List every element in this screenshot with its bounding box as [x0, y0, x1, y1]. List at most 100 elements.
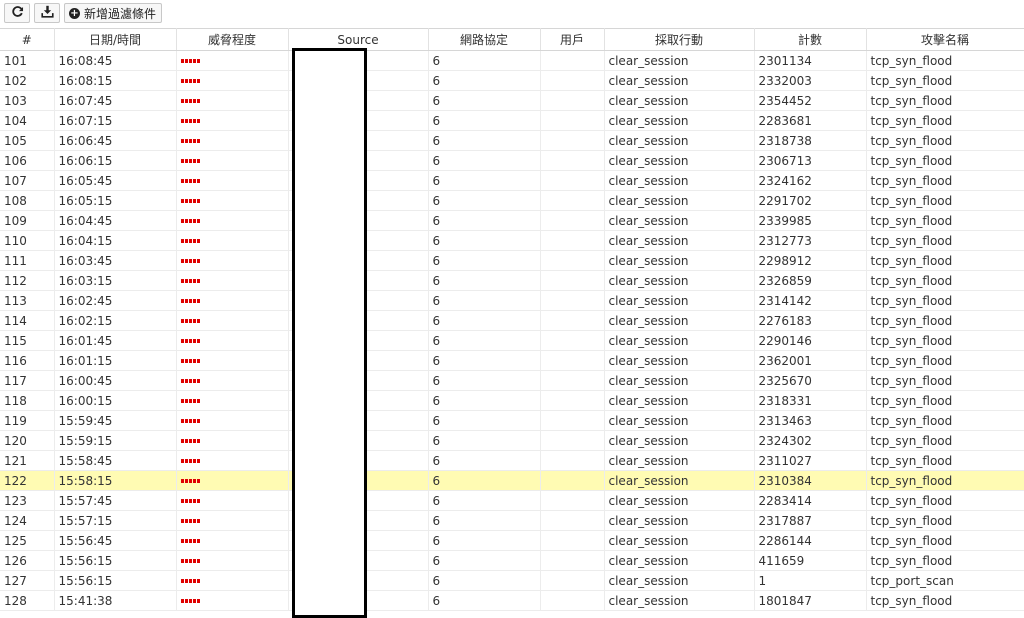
- cell-number: 113: [0, 290, 55, 311]
- cell-attack-name[interactable]: tcp_syn_flood: [866, 50, 1024, 71]
- cell-action: clear_session: [604, 110, 755, 131]
- cell-datetime: 16:00:15: [54, 390, 177, 411]
- cell-attack-name[interactable]: tcp_syn_flood: [866, 270, 1024, 291]
- table-row[interactable]: 122 15:58:15 6 clear_session 2310384 tcp_syn_…: [0, 470, 1024, 491]
- cell-number: 120: [0, 430, 55, 451]
- table-row[interactable]: 125 15:56:45 6 clear_session 2286144 tcp_syn_…: [0, 530, 1024, 551]
- cell-severity: [176, 130, 289, 151]
- table-row[interactable]: 105 16:06:45 6 clear_session 2318738 tcp_syn_…: [0, 130, 1024, 151]
- cell-attack-name[interactable]: tcp_port_scan: [866, 570, 1024, 591]
- table-row[interactable]: 106 16:06:15 6 clear_session 2306713 tcp_syn_…: [0, 150, 1024, 171]
- cell-attack-name[interactable]: tcp_syn_flood: [866, 590, 1024, 611]
- table-row[interactable]: 126 15:56:15 6 clear_session 411659 tcp_syn_f…: [0, 550, 1024, 571]
- cell-protocol: 6: [428, 310, 541, 331]
- download-button[interactable]: [34, 3, 60, 23]
- cell-user: [540, 450, 605, 471]
- cell-attack-name[interactable]: tcp_syn_flood: [866, 350, 1024, 371]
- cell-count: 2290146: [754, 330, 867, 351]
- table-row[interactable]: 118 16:00:15 6 clear_session 2318331 tcp_syn_…: [0, 390, 1024, 411]
- cell-user: [540, 550, 605, 571]
- cell-attack-name[interactable]: tcp_syn_flood: [866, 310, 1024, 331]
- cell-attack-name[interactable]: tcp_syn_flood: [866, 290, 1024, 311]
- table-row[interactable]: 104 16:07:15 6 clear_session 2283681 tcp_syn_…: [0, 110, 1024, 131]
- table-row[interactable]: 103 16:07:45 6 clear_session 2354452 tcp_syn_…: [0, 90, 1024, 111]
- cell-attack-name[interactable]: tcp_syn_flood: [866, 330, 1024, 351]
- table-row[interactable]: 115 16:01:45 6 clear_session 2290146 tcp_syn_…: [0, 330, 1024, 351]
- cell-attack-name[interactable]: tcp_syn_flood: [866, 430, 1024, 451]
- column-header-count[interactable]: 計數: [754, 28, 867, 51]
- table-row[interactable]: 108 16:05:15 6 clear_session 2291702 tcp_syn_…: [0, 190, 1024, 211]
- severity-indicator-icon: [180, 199, 200, 203]
- cell-datetime: 16:08:45: [54, 50, 177, 71]
- cell-action: clear_session: [604, 50, 755, 71]
- cell-severity: [176, 310, 289, 331]
- cell-attack-name[interactable]: tcp_syn_flood: [866, 390, 1024, 411]
- cell-datetime: 16:00:45: [54, 370, 177, 391]
- cell-attack-name[interactable]: tcp_syn_flood: [866, 70, 1024, 91]
- column-header-protocol[interactable]: 網路協定: [428, 28, 541, 51]
- cell-count: 2312773: [754, 230, 867, 251]
- cell-count: 1801847: [754, 590, 867, 611]
- cell-attack-name[interactable]: tcp_syn_flood: [866, 550, 1024, 571]
- table-row[interactable]: 117 16:00:45 6 clear_session 2325670 tcp_syn_…: [0, 370, 1024, 391]
- cell-attack-name[interactable]: tcp_syn_flood: [866, 370, 1024, 391]
- table-row[interactable]: 128 15:41:38 6 clear_session 1801847 tcp_syn_…: [0, 590, 1024, 611]
- cell-attack-name[interactable]: tcp_syn_flood: [866, 490, 1024, 511]
- cell-attack-name[interactable]: tcp_syn_flood: [866, 170, 1024, 191]
- cell-attack-name[interactable]: tcp_syn_flood: [866, 250, 1024, 271]
- cell-count: 2291702: [754, 190, 867, 211]
- table-row[interactable]: 121 15:58:45 6 clear_session 2311027 tcp_syn_…: [0, 450, 1024, 471]
- cell-protocol: 6: [428, 50, 541, 71]
- cell-attack-name[interactable]: tcp_syn_flood: [866, 530, 1024, 551]
- cell-protocol: 6: [428, 110, 541, 131]
- cell-attack-name[interactable]: tcp_syn_flood: [866, 230, 1024, 251]
- table-row[interactable]: 119 15:59:45 6 clear_session 2313463 tcp_syn_…: [0, 410, 1024, 431]
- column-header-number[interactable]: #: [0, 28, 55, 51]
- cell-protocol: 6: [428, 510, 541, 531]
- cell-number: 108: [0, 190, 55, 211]
- table-row[interactable]: 101 16:08:45 6 clear_session 2301134 tcp_syn_…: [0, 50, 1024, 71]
- table-row[interactable]: 113 16:02:45 6 clear_session 2314142 tcp_syn_…: [0, 290, 1024, 311]
- cell-number: 105: [0, 130, 55, 151]
- column-header-attack-name[interactable]: 攻擊名稱: [866, 28, 1024, 51]
- table-row[interactable]: 111 16:03:45 6 clear_session 2298912 tcp_syn_…: [0, 250, 1024, 271]
- cell-severity: [176, 250, 289, 271]
- cell-count: 2314142: [754, 290, 867, 311]
- cell-attack-name[interactable]: tcp_syn_flood: [866, 190, 1024, 211]
- cell-attack-name[interactable]: tcp_syn_flood: [866, 150, 1024, 171]
- table-row[interactable]: 116 16:01:15 6 clear_session 2362001 tcp_syn_…: [0, 350, 1024, 371]
- cell-datetime: 15:57:15: [54, 510, 177, 531]
- cell-attack-name[interactable]: tcp_syn_flood: [866, 210, 1024, 231]
- cell-action: clear_session: [604, 350, 755, 371]
- cell-attack-name[interactable]: tcp_syn_flood: [866, 450, 1024, 471]
- cell-severity: [176, 450, 289, 471]
- cell-action: clear_session: [604, 470, 755, 491]
- table-row[interactable]: 109 16:04:45 6 clear_session 2339985 tcp_syn_…: [0, 210, 1024, 231]
- table-row[interactable]: 123 15:57:45 6 clear_session 2283414 tcp_syn_…: [0, 490, 1024, 511]
- cell-attack-name[interactable]: tcp_syn_flood: [866, 410, 1024, 431]
- table-row[interactable]: 107 16:05:45 6 clear_session 2324162 tcp_syn_…: [0, 170, 1024, 191]
- cell-attack-name[interactable]: tcp_syn_flood: [866, 510, 1024, 531]
- cell-attack-name[interactable]: tcp_syn_flood: [866, 110, 1024, 131]
- add-filter-button[interactable]: + 新增過濾條件: [64, 3, 163, 23]
- table-row[interactable]: 120 15:59:15 6 clear_session 2324302 tcp_syn_…: [0, 430, 1024, 451]
- cell-protocol: 6: [428, 130, 541, 151]
- cell-severity: [176, 190, 289, 211]
- refresh-button[interactable]: [4, 3, 30, 23]
- cell-action: clear_session: [604, 230, 755, 251]
- table-row[interactable]: 112 16:03:15 6 clear_session 2326859 tcp_syn_…: [0, 270, 1024, 291]
- table-row[interactable]: 102 16:08:15 6 clear_session 2332003 tcp_syn_…: [0, 70, 1024, 91]
- table-row[interactable]: 124 15:57:15 6 clear_session 2317887 tcp_syn_…: [0, 510, 1024, 531]
- table-row[interactable]: 110 16:04:15 6 clear_session 2312773 tcp_syn_…: [0, 230, 1024, 251]
- cell-attack-name[interactable]: tcp_syn_flood: [866, 130, 1024, 151]
- cell-attack-name[interactable]: tcp_syn_flood: [866, 90, 1024, 111]
- table-row[interactable]: 127 15:56:15 6 clear_session 1 tcp_port_scan: [0, 570, 1024, 591]
- table-row[interactable]: 114 16:02:15 6 clear_session 2276183 tcp_syn_…: [0, 310, 1024, 331]
- cell-attack-name[interactable]: tcp_syn_flood: [866, 470, 1024, 491]
- column-header-user[interactable]: 用戶: [540, 28, 605, 51]
- column-header-action[interactable]: 採取行動: [604, 28, 755, 51]
- cell-user: [540, 390, 605, 411]
- severity-indicator-icon: [180, 459, 200, 463]
- column-header-datetime[interactable]: 日期/時間: [54, 28, 177, 51]
- column-header-severity[interactable]: 威脅程度: [176, 28, 289, 51]
